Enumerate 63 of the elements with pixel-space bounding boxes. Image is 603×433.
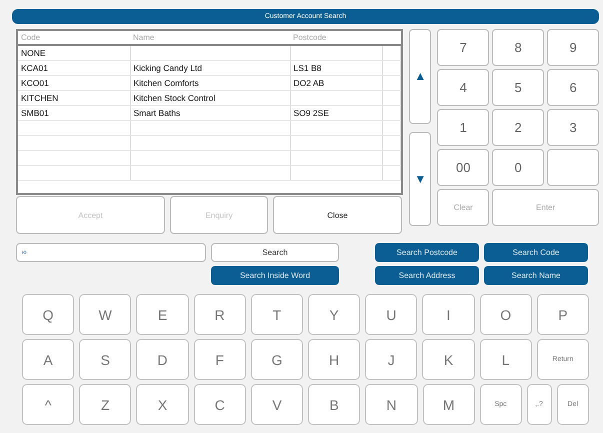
table-cell: KITCHEN <box>18 90 130 105</box>
scroll-down-button[interactable]: ▼ <box>409 132 432 226</box>
blank-key[interactable] <box>547 149 600 186</box>
keyboard-key[interactable]: P <box>536 294 589 335</box>
keyboard-key[interactable]: K <box>422 339 475 380</box>
keyboard-key[interactable]: S <box>79 339 132 380</box>
table-cell: DO2 AB <box>290 75 382 90</box>
keyboard-key[interactable]: O <box>480 294 532 335</box>
keyboard-key[interactable]: W <box>79 294 132 335</box>
number-key[interactable]: 5 <box>492 69 544 106</box>
keyboard-key[interactable]: ^ <box>22 384 74 425</box>
table-cell: KCO01 <box>18 75 130 90</box>
table-cell: SMB01 <box>18 105 130 120</box>
table-cell: Kitchen Comforts <box>130 75 290 90</box>
number-key[interactable]: 8 <box>492 29 544 66</box>
number-key[interactable]: 4 <box>437 69 490 106</box>
keyboard-key[interactable]: M <box>422 384 475 425</box>
search-mode-button[interactable]: Search Postcode <box>375 243 479 262</box>
number-key[interactable]: 3 <box>547 109 600 146</box>
table-cell: KCA01 <box>18 60 130 75</box>
keyboard-key[interactable]: Z <box>79 384 132 425</box>
column-header: Postcode <box>290 31 382 45</box>
keyboard-key[interactable]: D <box>136 339 189 380</box>
keyboard-key[interactable]: F <box>194 339 246 380</box>
table-cell: LS1 B8 <box>290 60 382 75</box>
keyboard-key[interactable]: J <box>365 339 418 380</box>
keyboard-key[interactable]: V <box>250 384 304 425</box>
scroll-up-button[interactable]: ▲ <box>409 29 432 124</box>
keyboard-key[interactable]: U <box>365 294 418 335</box>
column-header: Code <box>18 31 130 45</box>
search-button[interactable]: Search <box>211 243 339 262</box>
search-mode-button[interactable]: Search Name <box>484 266 588 285</box>
keyboard-key[interactable]: Q <box>22 294 74 335</box>
number-key[interactable]: 6 <box>547 69 600 106</box>
number-key[interactable]: 00 <box>437 149 490 186</box>
number-key[interactable]: 0 <box>492 149 544 186</box>
keyboard-key[interactable]: T <box>250 294 303 335</box>
number-key[interactable]: 9 <box>547 29 600 66</box>
keyboard-key[interactable]: A <box>22 339 74 380</box>
keyboard-key[interactable]: X <box>136 384 189 425</box>
table-cell: Kicking Candy Ltd <box>130 60 290 75</box>
table-cell: Kitchen Stock Control <box>130 90 290 105</box>
search-inside-word-button[interactable]: Search Inside Word <box>211 266 339 285</box>
table-cell: Smart Baths <box>130 105 290 120</box>
keyboard-key[interactable]: N <box>365 384 418 425</box>
keyboard-key[interactable]: R <box>194 294 246 335</box>
action-button[interactable]: Close <box>273 196 402 234</box>
number-key[interactable]: 1 <box>437 109 490 146</box>
keyboard-key[interactable]: B <box>308 384 360 425</box>
keyboard-key[interactable]: H <box>308 339 360 380</box>
keyboard-key[interactable]: G <box>250 339 303 380</box>
table-cell: NONE <box>18 45 130 60</box>
keyboard-key[interactable]: C <box>194 384 246 425</box>
table-cell: SO9 2SE <box>290 105 382 120</box>
keyboard-key[interactable]: L <box>480 339 532 380</box>
keyboard-key[interactable]: I <box>422 294 475 335</box>
keyboard-key[interactable]: E <box>136 294 189 335</box>
keyboard-key[interactable]: Y <box>308 294 360 335</box>
number-key[interactable]: 7 <box>437 29 490 66</box>
number-key[interactable]: 2 <box>492 109 544 146</box>
search-mode-button[interactable]: Search Code <box>484 243 588 262</box>
column-header: Name <box>130 31 290 45</box>
search-mode-button[interactable]: Search Address <box>375 266 479 285</box>
